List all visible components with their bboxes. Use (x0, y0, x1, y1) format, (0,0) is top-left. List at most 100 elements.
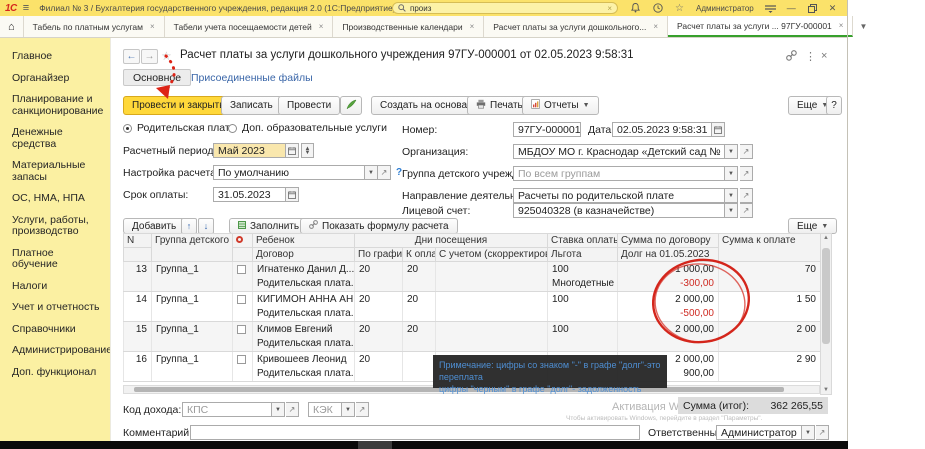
account-dropdown-icon[interactable]: ▼ (725, 203, 738, 218)
checkbox-icon[interactable] (237, 265, 246, 274)
kek-input[interactable]: КЭК (308, 402, 342, 417)
table-row-line2[interactable]: Родительская плата... -500,00 (124, 307, 821, 322)
nav-link-attachments[interactable]: Присоединенные файлы (191, 72, 313, 84)
cell-contract[interactable]: Родительская плата... (253, 277, 355, 292)
group-dropdown-icon[interactable]: ▼ (725, 166, 738, 181)
close-tab-icon[interactable]: × (839, 21, 844, 30)
table-vertical-scrollbar[interactable]: ▲ ▼ (820, 233, 832, 395)
cell-group[interactable]: Группа_1 (152, 262, 233, 277)
account-open-icon[interactable]: ↗ (740, 203, 753, 218)
cell-payable[interactable]: 20 (403, 292, 436, 307)
post-button[interactable]: Провести (278, 96, 340, 115)
sidebar-item-paid-education[interactable]: Платное обучение (0, 243, 104, 276)
comment-input[interactable] (190, 425, 640, 440)
scrollbar-thumb[interactable] (822, 248, 830, 344)
scroll-down-icon[interactable]: ▼ (821, 387, 831, 393)
responsible-dropdown-icon[interactable]: ▼ (802, 425, 815, 440)
date-calendar-icon[interactable] (712, 122, 725, 137)
cell-benefit[interactable] (548, 307, 618, 322)
cell-child[interactable]: КИГИМОН АННА АН... (253, 292, 355, 307)
tab-list-caret-icon[interactable]: ▼ (853, 16, 873, 37)
checkbox-icon[interactable] (237, 325, 246, 334)
cell-group[interactable]: Группа_1 (152, 292, 233, 307)
activity-input[interactable]: Расчеты по родительской плате (513, 188, 725, 203)
service-menu-icon[interactable] (765, 3, 776, 14)
sidebar-item-main[interactable]: Главное (0, 46, 104, 68)
col-header-contract-sum[interactable]: Сумма по договору (618, 234, 719, 248)
save-button[interactable]: Записать (221, 96, 282, 115)
close-tab-icon[interactable]: × (319, 22, 324, 31)
cell-contract-sum[interactable]: 2 000,00 (618, 292, 719, 307)
cell-n[interactable]: 15 (124, 322, 152, 337)
kek-dropdown-icon[interactable]: ▼ (342, 402, 355, 417)
checkbox-icon[interactable] (237, 295, 246, 304)
table-row[interactable]: 13 Группа_1 Игнатенко Данил Д... 20 20 1… (124, 262, 821, 277)
cell-contract[interactable]: Родительская плата... (253, 367, 355, 382)
tab-fee-list[interactable]: Расчет платы за услуги дошкольного...× (484, 16, 668, 37)
get-link-icon[interactable] (786, 50, 797, 64)
main-menu-icon[interactable]: ≡ (23, 3, 29, 13)
cell-flag[interactable] (233, 322, 253, 337)
checkbox-icon[interactable] (237, 355, 246, 364)
col-header-debt[interactable]: Долг на 01.05.2023 (618, 248, 719, 262)
col-header-contract[interactable]: Договор (253, 248, 355, 262)
kps-dropdown-icon[interactable]: ▼ (272, 402, 285, 417)
col-header-payable[interactable]: К оплате (403, 248, 436, 262)
tab-fee-document-active[interactable]: Расчет платы за услуги ... 97ГУ-000001× (668, 16, 853, 37)
cell-contract-sum[interactable]: 1 000,00 (618, 262, 719, 277)
cell-benefit[interactable]: Многодетные (548, 277, 618, 292)
sidebar-item-additional[interactable]: Доп. функционал (0, 362, 104, 384)
move-up-button[interactable]: ↑ (181, 218, 197, 234)
sidebar-item-accounting[interactable]: Учет и отчетность (0, 297, 104, 319)
show-formula-button[interactable]: Показать формулу расчета (300, 218, 458, 234)
cell-benefit[interactable] (548, 337, 618, 352)
favorites-star-icon[interactable]: ☆ (674, 3, 685, 14)
col-header-flag[interactable] (233, 234, 253, 248)
activity-dropdown-icon[interactable]: ▼ (725, 188, 738, 203)
account-input[interactable]: 925040328 (в казначействе) (513, 203, 725, 218)
cell-payable[interactable]: 20 (403, 322, 436, 337)
kek-open-icon[interactable]: ↗ (356, 402, 369, 417)
sidebar-item-services[interactable]: Услуги, работы, производство (0, 210, 104, 243)
settings-dropdown-icon[interactable]: ▼ (365, 165, 378, 180)
close-window-icon[interactable]: ✕ (829, 3, 837, 14)
activity-open-icon[interactable]: ↗ (740, 188, 753, 203)
radio-parent-pay[interactable]: Родительская плата (123, 122, 235, 134)
cell-child[interactable]: Кривошеев Леонид (253, 352, 355, 367)
move-down-button[interactable]: ↓ (198, 218, 214, 234)
sidebar-item-planning[interactable]: Планирование и санкционирование (0, 89, 104, 122)
cell-to-pay[interactable]: 1 50 (719, 292, 821, 307)
table-row[interactable]: 14 Группа_1 КИГИМОН АННА АН... 20 20 100… (124, 292, 821, 307)
col-header-n[interactable]: N (124, 234, 152, 248)
cell-debt[interactable] (618, 337, 719, 352)
period-stepper[interactable]: ▲▼ (301, 143, 314, 158)
radio-edu-services[interactable]: Доп. образовательные услуги (228, 122, 387, 134)
forward-button[interactable]: → (141, 49, 158, 64)
date-input[interactable]: 02.05.2023 9:58:31 (612, 122, 712, 137)
table-row[interactable]: 15 Группа_1 Климов Евгений 20 20 100 2 0… (124, 322, 821, 337)
table-row-line2[interactable]: Родительская плата... (124, 337, 821, 352)
close-tab-icon[interactable]: × (470, 22, 475, 31)
col-header-days[interactable]: Дни посещения (355, 234, 548, 248)
cell-debt[interactable]: -300,00 (618, 277, 719, 292)
period-input[interactable]: Май 2023 (213, 143, 286, 158)
organization-dropdown-icon[interactable]: ▼ (725, 144, 738, 159)
kps-open-icon[interactable]: ↗ (286, 402, 299, 417)
cell-to-pay[interactable]: 2 90 (719, 352, 821, 367)
nav-tab-main[interactable]: Основное (123, 69, 191, 86)
post-and-close-button[interactable]: Провести и закрыть (123, 96, 233, 115)
show-postings-button[interactable] (340, 96, 362, 115)
cell-child[interactable]: Климов Евгений (253, 322, 355, 337)
close-tab-icon[interactable]: × (150, 22, 155, 31)
cell-contract[interactable]: Родительская плата... (253, 307, 355, 322)
windows-taskbar[interactable] (0, 441, 848, 449)
col-header-benefit[interactable]: Льгота (548, 248, 618, 262)
reports-button[interactable]: Отчеты▼ (522, 96, 599, 115)
cell-payable[interactable]: 20 (403, 262, 436, 277)
taskbar-app-segment[interactable] (358, 441, 392, 449)
cell-rate[interactable]: 100 (548, 262, 618, 277)
cell-contract-sum[interactable]: 2 000,00 (618, 322, 719, 337)
cell-adjusted[interactable] (436, 322, 548, 337)
cell-schedule[interactable]: 20 (355, 292, 403, 307)
table-row-line2[interactable]: Родительская плата... Многодетные -300,0… (124, 277, 821, 292)
